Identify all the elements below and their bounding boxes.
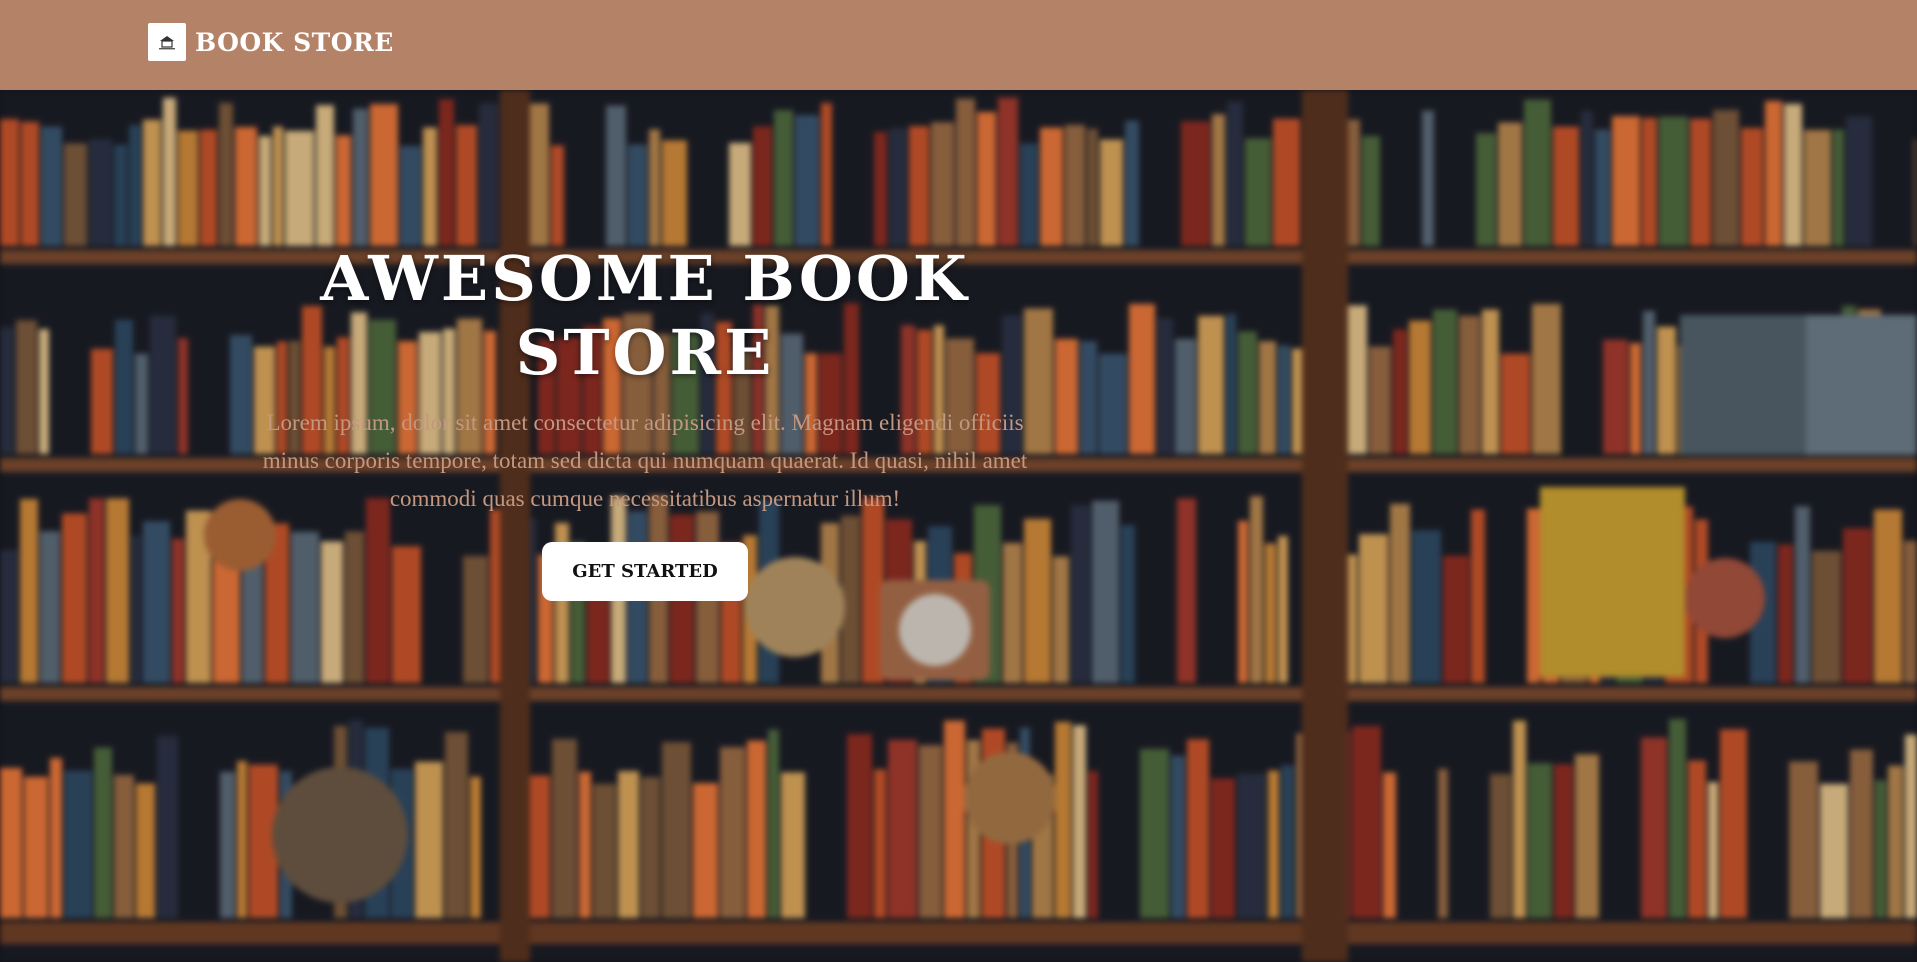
hero-description: Lorem ipsum, dolor sit amet consectetur … [262, 410, 1028, 511]
hero-content: AWESOME BOOK STORE Lorem ipsum, dolor si… [238, 242, 1052, 601]
hero-section: AWESOME BOOK STORE Lorem ipsum, dolor si… [0, 90, 1917, 962]
hero-title: AWESOME BOOK STORE [320, 242, 970, 389]
book-store-logo-icon[interactable] [148, 23, 186, 61]
brand-name[interactable]: BOOK STORE [195, 28, 394, 57]
navbar: BOOK STORE [0, 0, 1917, 90]
get-started-button[interactable]: GET STARTED [542, 542, 748, 601]
